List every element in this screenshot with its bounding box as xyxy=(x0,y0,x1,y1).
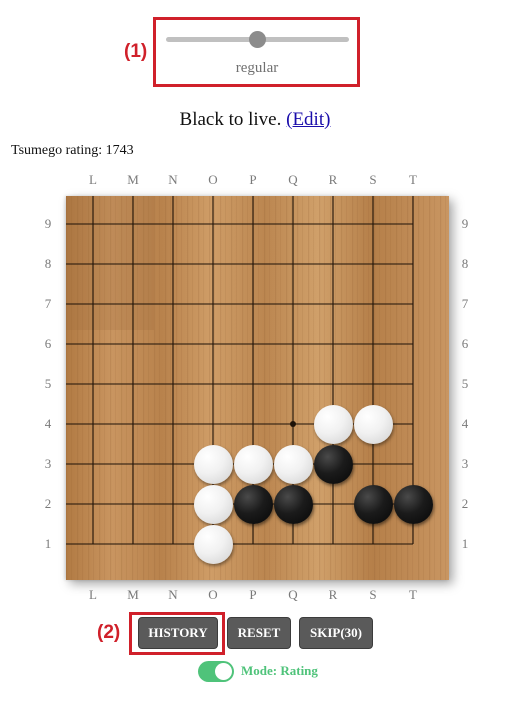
go-board[interactable] xyxy=(66,196,449,580)
row-label-7: 7 xyxy=(44,296,52,311)
star-point xyxy=(290,421,296,427)
row-label-4: 4 xyxy=(461,416,469,431)
column-label-Q: Q xyxy=(288,172,298,187)
column-label-N: N xyxy=(168,172,178,187)
column-label-Q: Q xyxy=(288,587,298,602)
mode-label: Mode: Rating xyxy=(241,663,318,678)
annotation-label-1: (1) xyxy=(124,41,148,62)
row-label-5: 5 xyxy=(461,376,469,391)
column-label-P: P xyxy=(249,587,257,602)
row-label-1: 1 xyxy=(461,536,469,551)
column-label-O: O xyxy=(208,172,218,187)
white-stone-O2 xyxy=(193,484,233,524)
problem-instruction-line: Black to live. (Edit) xyxy=(0,109,510,131)
row-label-3: 3 xyxy=(44,456,52,471)
column-label-T: T xyxy=(409,587,417,602)
tsumego-rating: Tsumego rating: 1743 xyxy=(11,143,134,158)
column-label-P: P xyxy=(249,172,257,187)
row-label-9: 9 xyxy=(461,216,469,231)
row-label-1: 1 xyxy=(44,536,52,551)
column-label-L: L xyxy=(89,172,97,187)
skip-button[interactable]: SKIP(30) xyxy=(299,617,373,649)
toggle-knob xyxy=(215,663,232,680)
row-label-2: 2 xyxy=(44,496,52,511)
white-stone-P3 xyxy=(233,444,273,484)
row-label-2: 2 xyxy=(461,496,469,511)
mode-toggle[interactable] xyxy=(198,661,234,682)
row-label-7: 7 xyxy=(461,296,469,311)
column-label-R: R xyxy=(328,172,338,187)
white-stone-Q3 xyxy=(273,444,313,484)
column-label-S: S xyxy=(369,587,377,602)
row-label-6: 6 xyxy=(44,336,52,351)
white-stone-S4 xyxy=(353,404,393,444)
row-label-8: 8 xyxy=(461,256,469,271)
edit-link[interactable]: (Edit) xyxy=(286,109,330,130)
annotation-label-2: (2) xyxy=(97,622,121,643)
row-label-9: 9 xyxy=(44,216,52,231)
black-stone-T2 xyxy=(393,484,433,524)
black-stone-Q2 xyxy=(273,484,313,524)
row-label-8: 8 xyxy=(44,256,52,271)
black-stone-P2 xyxy=(233,484,273,524)
column-label-R: R xyxy=(328,587,338,602)
white-stone-R4 xyxy=(313,404,353,444)
column-label-M: M xyxy=(127,587,139,602)
column-label-T: T xyxy=(409,172,417,187)
column-label-S: S xyxy=(369,172,377,187)
row-label-4: 4 xyxy=(44,416,52,431)
white-stone-O1 xyxy=(193,524,233,564)
reset-button[interactable]: RESET xyxy=(227,617,291,649)
row-label-6: 6 xyxy=(461,336,469,351)
history-button[interactable]: HISTORY xyxy=(138,617,218,649)
column-label-L: L xyxy=(89,587,97,602)
column-label-N: N xyxy=(168,587,178,602)
row-label-3: 3 xyxy=(461,456,469,471)
column-label-M: M xyxy=(127,172,139,187)
black-stone-R3 xyxy=(313,444,353,484)
white-stone-O3 xyxy=(193,444,233,484)
problem-instruction: Black to live. xyxy=(179,109,282,130)
slider-thumb[interactable] xyxy=(249,31,266,48)
slider-caption: regular xyxy=(235,60,279,76)
black-stone-S2 xyxy=(353,484,393,524)
row-label-5: 5 xyxy=(44,376,52,391)
column-label-O: O xyxy=(208,587,218,602)
